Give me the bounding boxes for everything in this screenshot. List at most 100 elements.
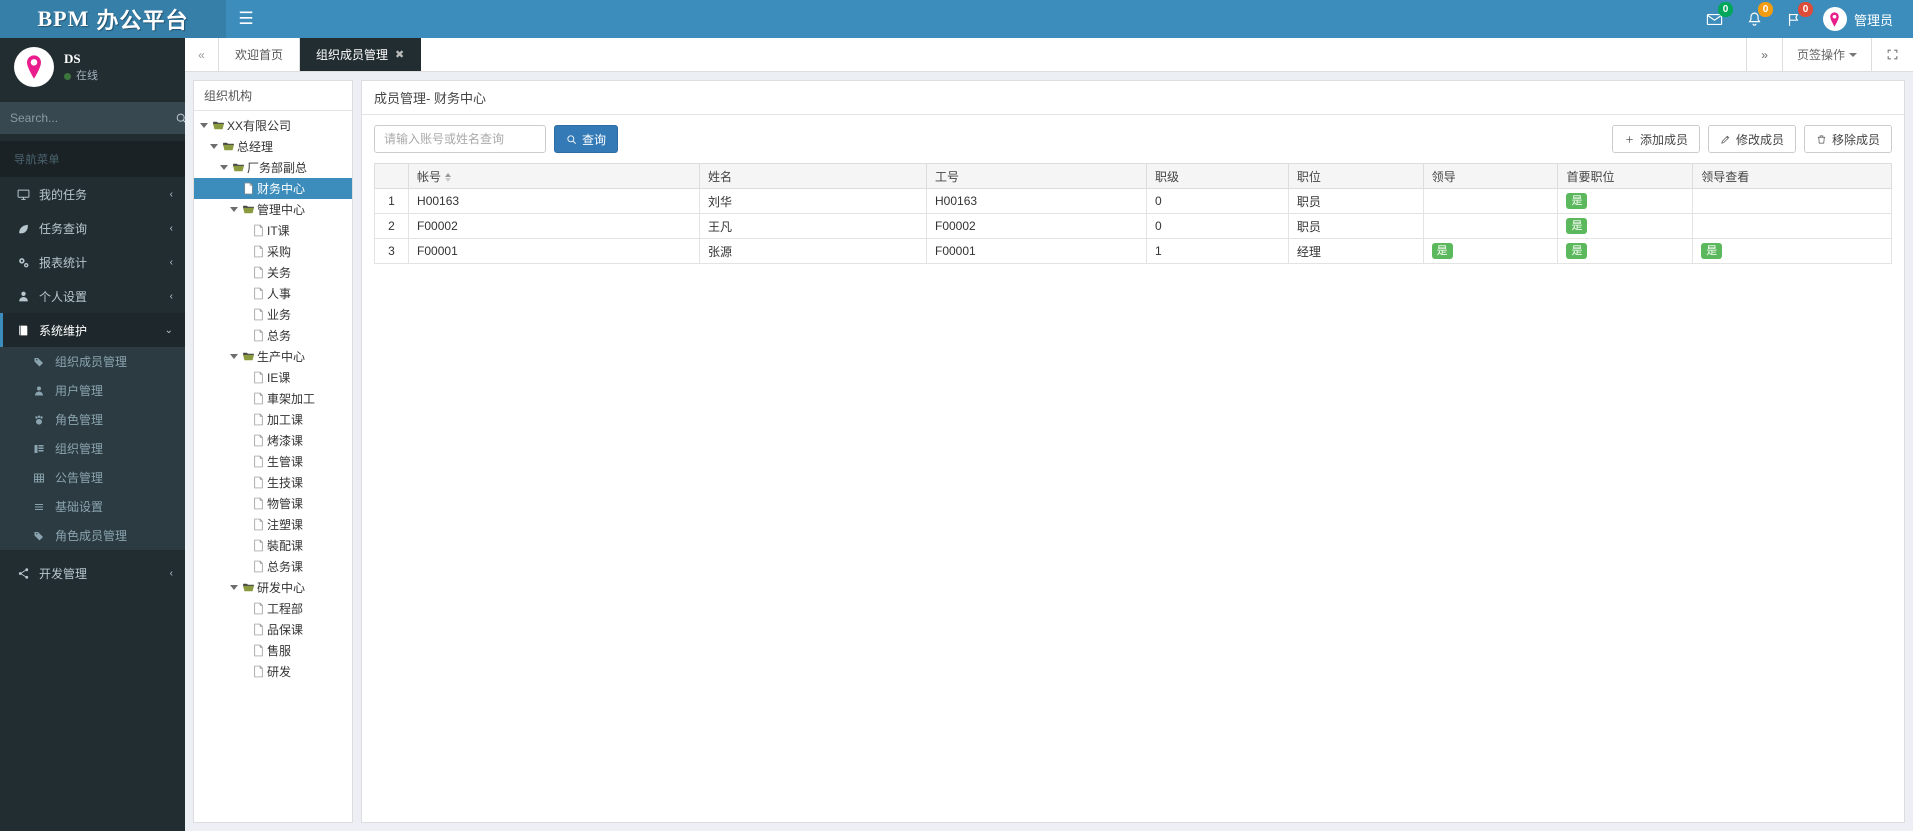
table-header-cell[interactable]: 领导: [1422, 163, 1559, 189]
tab-actions: » 页签操作: [1746, 38, 1913, 71]
sidebar-item-role-member-mgmt[interactable]: 角色成员管理: [0, 521, 185, 550]
tree-node[interactable]: 采购: [194, 241, 352, 262]
org-tree-panel: 组织机构 XX有限公司 总经理 厂务部副总 财务中心 管理中心 IT课 采购 关务 人事 业务 总务…: [193, 80, 353, 823]
table-row[interactable]: 2 F00002 王凡 F00002 0 职员是: [373, 213, 1892, 239]
sidebar-subitem-label: 组织管理: [55, 442, 104, 456]
sidebar-item-announcement-mgmt[interactable]: 公告管理: [0, 463, 185, 492]
tab-operations-dropdown[interactable]: 页签操作: [1781, 38, 1871, 71]
table-row[interactable]: 3 F00001 张源 F00001 1 经理是是是: [373, 238, 1892, 264]
tree-node[interactable]: 总务: [194, 325, 352, 346]
close-icon[interactable]: ✖: [395, 48, 404, 61]
sort-arrows-icon[interactable]: [445, 172, 452, 182]
tree-node[interactable]: 总经理: [194, 136, 352, 157]
envelope-icon[interactable]: 0: [1695, 0, 1735, 38]
expand-icon[interactable]: [1871, 38, 1913, 71]
query-button[interactable]: 查询: [554, 125, 619, 153]
flag-icon[interactable]: 0: [1775, 0, 1815, 38]
table-header-cell[interactable]: 姓名: [698, 163, 928, 189]
menu-toggle-icon[interactable]: ☰: [226, 0, 266, 38]
tree-node[interactable]: 注塑课: [194, 514, 352, 535]
sidebar-item-task-query[interactable]: 任务查询 ‹: [0, 211, 185, 245]
cell-account: H00163: [408, 188, 700, 214]
tree-node[interactable]: 研发中心: [194, 577, 352, 598]
tree-node[interactable]: 管理中心: [194, 199, 352, 220]
tree-node[interactable]: 人事: [194, 283, 352, 304]
tree-node[interactable]: 售服: [194, 640, 352, 661]
tree-expand-toggle-icon[interactable]: [218, 165, 230, 170]
tree-node[interactable]: 总务课: [194, 556, 352, 577]
sidebar-item-basic-settings[interactable]: 基础设置: [0, 492, 185, 521]
sidebar-item-dev-mgmt[interactable]: 开发管理 ‹: [0, 556, 185, 590]
sidebar-item-org-mgmt[interactable]: 组织管理: [0, 434, 185, 463]
tree-node[interactable]: 关务: [194, 262, 352, 283]
sidebar-item-report-stats[interactable]: 报表统计 ‹: [0, 245, 185, 279]
bell-icon[interactable]: 0: [1735, 0, 1775, 38]
tab-list: 欢迎首页 组织成员管理 ✖: [219, 38, 1747, 71]
file-icon: [250, 665, 267, 678]
tree-node[interactable]: 业务: [194, 304, 352, 325]
file-icon: [250, 392, 267, 405]
sidebar-item-user-mgmt[interactable]: 用户管理: [0, 376, 185, 405]
status-badge: 是: [1431, 243, 1453, 259]
tree-node[interactable]: XX有限公司: [194, 115, 352, 136]
table-header-cell[interactable]: 首要职位: [1557, 163, 1694, 189]
sidebar-item-role-mgmt[interactable]: 角色管理: [0, 405, 185, 434]
tag-icon: [33, 356, 55, 368]
table-header-cell[interactable]: 领导查看: [1692, 163, 1892, 189]
sidebar-user-status-label: 在线: [76, 70, 98, 82]
tree-node[interactable]: 加工课: [194, 409, 352, 430]
search-input[interactable]: [374, 125, 546, 153]
table-header-cell[interactable]: 职级: [1145, 163, 1289, 189]
tree-node-label: 厂务部副总: [247, 161, 308, 175]
tree-node[interactable]: 研发: [194, 661, 352, 682]
edit-member-label: 修改成员: [1735, 132, 1784, 147]
tree-node[interactable]: IE课: [194, 367, 352, 388]
envelope-badge: 0: [1717, 2, 1733, 17]
org-tree-title: 组织机构: [194, 81, 352, 111]
cell-level: 0: [1145, 213, 1289, 239]
tab-org-member-mgmt[interactable]: 组织成员管理 ✖: [300, 38, 422, 71]
double-chevron-left-icon[interactable]: «: [185, 38, 219, 71]
tree-node[interactable]: 财务中心: [194, 178, 352, 199]
remove-member-button[interactable]: 移除成员: [1803, 125, 1892, 153]
sidebar-search-input[interactable]: [0, 102, 175, 134]
tree-node[interactable]: 生管课: [194, 451, 352, 472]
tree-node[interactable]: 車架加工: [194, 388, 352, 409]
tree-expand-toggle-icon[interactable]: [198, 123, 210, 128]
add-member-button[interactable]: 添加成员: [1611, 125, 1700, 153]
table-header-cell[interactable]: 职位: [1287, 163, 1424, 189]
double-chevron-right-icon[interactable]: »: [1746, 38, 1782, 71]
tree-node[interactable]: 生产中心: [194, 346, 352, 367]
table-row[interactable]: 1 H00163 刘华 H00163 0 职员是: [373, 188, 1892, 214]
tree-node-label: 生产中心: [257, 350, 306, 364]
tab-welcome-home[interactable]: 欢迎首页: [219, 38, 301, 71]
tree-node[interactable]: 裝配课: [194, 535, 352, 556]
user-menu[interactable]: 管理员: [1815, 7, 1897, 31]
tree-expand-toggle-icon[interactable]: [228, 354, 240, 359]
table-header-cell[interactable]: 帐号: [408, 163, 700, 189]
sidebar-user-panel[interactable]: DS 在线: [0, 38, 185, 95]
sidebar-item-org-member-mgmt[interactable]: 组织成员管理: [0, 347, 185, 376]
table-header-cell[interactable]: 工号: [926, 163, 1147, 189]
user-icon: [17, 290, 39, 303]
tree-expand-toggle-icon[interactable]: [208, 144, 220, 149]
tree-node[interactable]: 烤漆课: [194, 430, 352, 451]
cell-position: 经理: [1287, 238, 1424, 264]
search-icon[interactable]: [175, 102, 185, 134]
sidebar-item-system-maintenance[interactable]: 系统维护 ⌄: [0, 313, 185, 347]
tree-node[interactable]: 物管课: [194, 493, 352, 514]
cell-index: 3: [373, 238, 410, 264]
tree-node[interactable]: 品保课: [194, 619, 352, 640]
toolbar: 查询 添加成员 修改成员 移除成员: [362, 115, 1904, 163]
app-logo[interactable]: BPM 办公平台: [0, 0, 226, 38]
tree-node[interactable]: 厂务部副总: [194, 157, 352, 178]
tree-node[interactable]: 生技课: [194, 472, 352, 493]
tree-node[interactable]: IT课: [194, 220, 352, 241]
tree-expand-toggle-icon[interactable]: [228, 207, 240, 212]
sidebar-item-my-tasks[interactable]: 我的任务 ‹: [0, 177, 185, 211]
tree-expand-toggle-icon[interactable]: [228, 585, 240, 590]
edit-member-button[interactable]: 修改成员: [1707, 125, 1796, 153]
sidebar-item-personal-settings[interactable]: 个人设置 ‹: [0, 279, 185, 313]
table-header-label: 帐号: [417, 169, 442, 184]
tree-node[interactable]: 工程部: [194, 598, 352, 619]
